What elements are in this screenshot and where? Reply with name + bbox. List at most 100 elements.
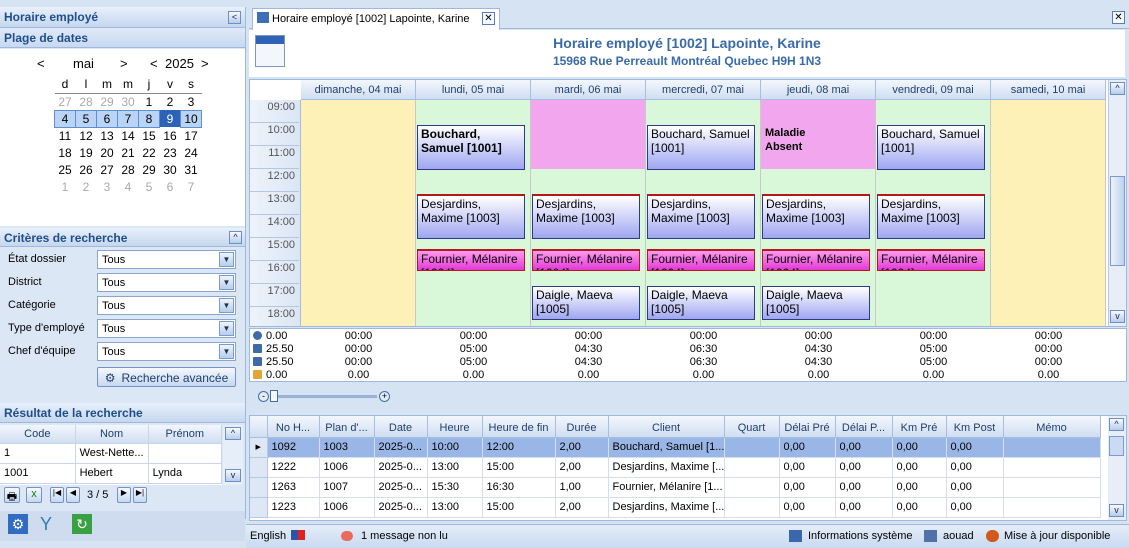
grid-column-header[interactable]: Quart <box>724 416 780 438</box>
prev-page-button[interactable]: ◀ <box>66 487 80 503</box>
excel-button[interactable]: x <box>26 487 42 503</box>
zoom-slider[interactable] <box>273 395 377 398</box>
grid-column-header[interactable]: Km Pré <box>892 416 947 438</box>
scroll-up-button[interactable]: ^ <box>225 427 241 440</box>
appointment[interactable]: Daigle, Maeva [1005] <box>762 286 870 320</box>
calendar-day[interactable]: 4 <box>54 109 76 128</box>
grid-column-header[interactable]: Délai P... <box>835 416 893 438</box>
collapse-criteria-button[interactable]: ^ <box>229 231 242 244</box>
close-window-icon[interactable]: ✕ <box>1112 11 1125 24</box>
messages-label[interactable]: 1 message non lu <box>361 530 448 542</box>
calendar-day[interactable]: 2 <box>160 93 181 110</box>
calendar-day[interactable]: 5 <box>75 109 97 128</box>
row-selector[interactable] <box>250 497 268 518</box>
calendar-day[interactable]: 6 <box>96 109 118 128</box>
results-column-header[interactable]: Prénom <box>148 425 223 444</box>
scroll-down-button[interactable]: v <box>1110 310 1125 323</box>
calendar-day[interactable]: 10 <box>180 109 202 128</box>
calendar-day[interactable]: 7 <box>181 178 202 195</box>
appointment[interactable]: Desjardins, Maxime [1003] <box>647 194 755 239</box>
appointment[interactable]: Fournier, Mélanire [1004] <box>647 248 755 271</box>
grid-column-header[interactable]: Heure <box>427 416 483 438</box>
calendar-day[interactable]: 1 <box>55 178 76 195</box>
grid-column-header[interactable]: Durée <box>555 416 609 438</box>
calendar-day[interactable]: 22 <box>139 144 160 161</box>
results-row[interactable]: 1001 Hebert Lynda <box>0 463 223 484</box>
prev-month-button[interactable]: < <box>37 56 45 71</box>
day-header[interactable]: dimanche, 04 mai <box>301 80 416 100</box>
scroll-thumb[interactable] <box>1110 176 1125 266</box>
year-label[interactable]: 2025 <box>165 56 194 71</box>
chevron-down-icon[interactable]: ▼ <box>219 321 234 336</box>
first-page-button[interactable]: |◀ <box>50 487 64 503</box>
day-column[interactable] <box>991 100 1106 326</box>
scroll-up-button[interactable]: ^ <box>1109 418 1124 431</box>
grid-column-header[interactable]: Date <box>374 416 428 438</box>
calendar-day[interactable]: 31 <box>181 161 202 178</box>
settings-icon[interactable]: ⚙ <box>8 514 28 534</box>
grid-column-header[interactable]: Km Post <box>946 416 1004 438</box>
grid-row[interactable]: ▶ 1092 1003 2025-0... 10:00 12:00 2,00 Bouchard… <box>250 437 1101 458</box>
scroll-down-button[interactable]: v <box>225 469 241 482</box>
calendar-day[interactable]: 28 <box>118 161 139 178</box>
calendar-day[interactable]: 4 <box>118 178 139 195</box>
day-header[interactable]: mercredi, 07 mai <box>646 80 761 100</box>
collapse-left-panel-button[interactable]: < <box>228 11 241 24</box>
calendar-day[interactable]: 2 <box>76 178 97 195</box>
day-header[interactable]: samedi, 10 mai <box>991 80 1106 100</box>
zoom-out-button[interactable]: - <box>258 391 269 402</box>
calendar-day[interactable]: 27 <box>97 161 118 178</box>
grid-column-header[interactable]: Plan d'... <box>319 416 375 438</box>
zoom-thumb[interactable] <box>270 390 278 402</box>
row-selector[interactable] <box>250 477 268 498</box>
appointment[interactable]: Fournier, Mélanire [1004] <box>877 248 985 271</box>
zoom-in-button[interactable]: + <box>379 391 390 402</box>
calendar-day[interactable]: 14 <box>118 127 139 144</box>
prev-year-button[interactable]: < <box>150 56 158 71</box>
calendar-day[interactable]: 19 <box>76 144 97 161</box>
calendar-day[interactable]: 27 <box>55 93 76 110</box>
calendar-day[interactable]: 16 <box>160 127 181 144</box>
calendar-day[interactable]: 3 <box>97 178 118 195</box>
appointment[interactable]: Daigle, Maeva [1005] <box>532 286 640 320</box>
user-label[interactable]: aouad <box>943 530 974 542</box>
advanced-search-button[interactable]: ⚙ Recherche avancée <box>97 367 236 387</box>
day-header[interactable]: mardi, 06 mai <box>531 80 646 100</box>
grid-scrollbar[interactable]: ^ v <box>1108 416 1126 520</box>
results-row[interactable]: 1 West-Nette... <box>0 443 223 464</box>
next-page-button[interactable]: ▶ <box>117 487 131 503</box>
calendar-day[interactable]: 5 <box>139 178 160 195</box>
calendar-day[interactable]: 15 <box>139 127 160 144</box>
last-page-button[interactable]: ▶| <box>133 487 147 503</box>
calendar-day[interactable]: 24 <box>181 144 202 161</box>
flag-icon[interactable] <box>291 530 305 540</box>
grid-column-header[interactable]: No H... <box>267 416 320 438</box>
close-tab-icon[interactable]: ✕ <box>482 12 495 25</box>
message-icon[interactable] <box>341 531 353 541</box>
day-column[interactable] <box>301 100 416 326</box>
calendar-day[interactable]: 7 <box>117 109 139 128</box>
criteria-select[interactable]: Tous ▼ <box>97 319 236 338</box>
calendar-day[interactable]: 30 <box>118 93 139 110</box>
grid-row[interactable]: 1223 1006 2025-0... 13:00 15:00 2,00 Desjardin… <box>250 497 1101 518</box>
system-info-label[interactable]: Informations système <box>808 530 913 542</box>
appointment[interactable]: Bouchard, Samuel [1001] <box>647 125 755 170</box>
chevron-down-icon[interactable]: ▼ <box>219 344 234 359</box>
appointment[interactable]: Fournier, Mélanire [1004] <box>532 248 640 271</box>
appointment[interactable]: Fournier, Mélanire [1004] <box>762 248 870 271</box>
calendar-day[interactable]: 13 <box>97 127 118 144</box>
calendar-day[interactable]: 20 <box>97 144 118 161</box>
appointment[interactable]: Fournier, Mélanire [1004] <box>417 248 525 271</box>
appointment[interactable]: Desjardins, Maxime [1003] <box>532 194 640 239</box>
row-selector[interactable] <box>250 457 268 478</box>
calendar-day[interactable]: 17 <box>181 127 202 144</box>
appointment[interactable]: Desjardins, Maxime [1003] <box>762 194 870 239</box>
grid-column-header[interactable]: Délai Pré <box>779 416 836 438</box>
row-selector[interactable]: ▶ <box>250 437 268 458</box>
appointment[interactable]: Daigle, Maeva [1005] <box>647 286 755 320</box>
grid-column-header[interactable]: Heure de fin <box>482 416 556 438</box>
calendar-day[interactable]: 26 <box>76 161 97 178</box>
calendar-day[interactable]: 9 <box>159 110 181 127</box>
scroll-thumb[interactable] <box>1109 436 1124 456</box>
calendar-day[interactable]: 12 <box>76 127 97 144</box>
